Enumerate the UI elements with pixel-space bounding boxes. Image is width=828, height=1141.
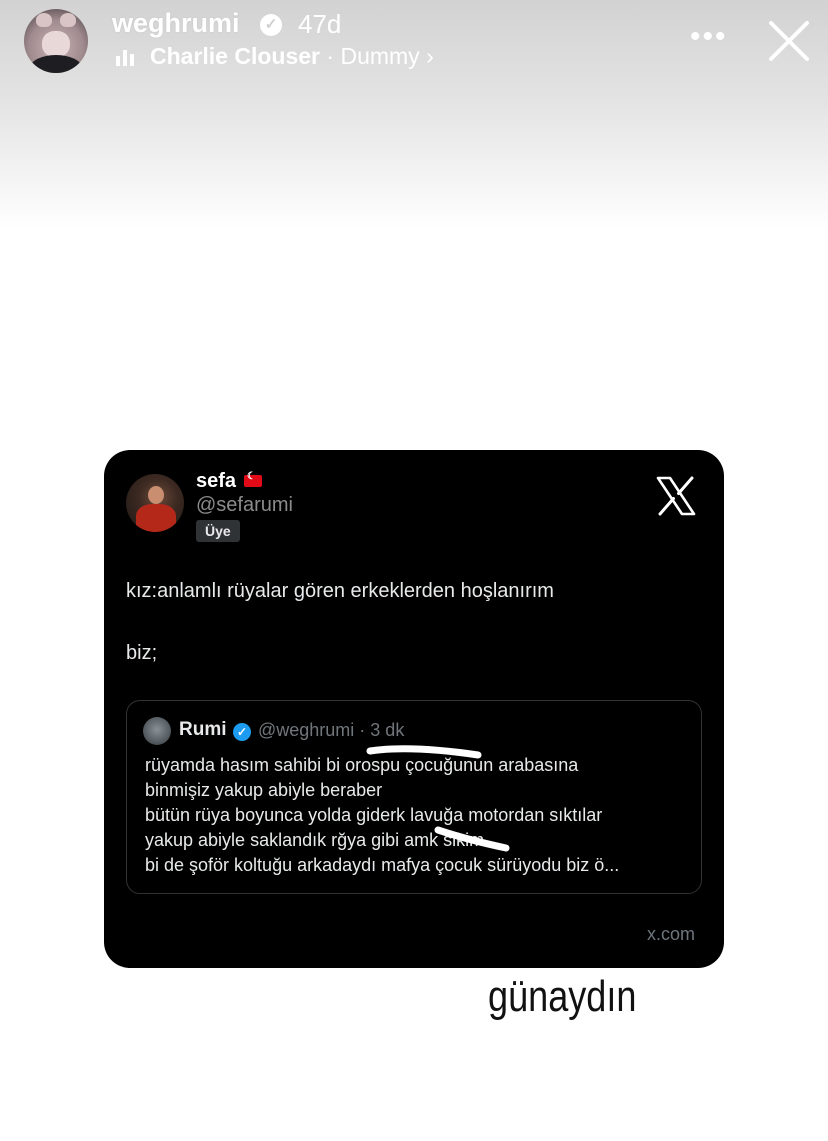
story-caption: günaydın: [488, 972, 637, 1021]
story-username[interactable]: weghrumi: [112, 8, 240, 39]
more-button[interactable]: •••: [690, 22, 728, 52]
tweet-author-name-text: sefa: [196, 470, 237, 492]
story-age: 47d: [298, 9, 342, 39]
song-track: Dummy: [340, 43, 420, 69]
turkey-flag-icon: [244, 471, 263, 487]
music-link[interactable]: Charlie Clouser · Dummy ›: [150, 43, 434, 70]
chevron-right-icon: ›: [426, 43, 434, 69]
tweet-screenshot: sefa @sefarumi Üye kız:anlamlı rüyalar g…: [104, 450, 724, 968]
x-logo-icon: [656, 476, 696, 516]
song-artist: Charlie Clouser: [150, 43, 320, 69]
tweet-domain: x.com: [647, 924, 696, 944]
tweet-author-handle: @sefarumi: [196, 494, 293, 516]
quoted-text-line: bütün rüya boyunca yolda giderk lavuğa m…: [145, 805, 603, 825]
quoted-text-line: bi de şoför koltuğu arkadaydı mafya çocu…: [145, 855, 620, 875]
quoted-author-avatar: [143, 717, 171, 745]
tweet-author-avatar: [126, 474, 184, 532]
quoted-text-line: yakup abiyle saklandık rğya gibi amk sik…: [145, 830, 485, 850]
verified-badge-icon: ✓: [233, 723, 251, 741]
avatar[interactable]: [24, 9, 88, 73]
quoted-text-line: binmişiz yakup abiyle beraber: [145, 780, 383, 800]
music-bars-icon: [116, 50, 138, 66]
member-badge: Üye: [196, 520, 240, 542]
quoted-author-name: Rumi: [179, 719, 227, 740]
close-icon[interactable]: [766, 18, 812, 64]
tweet-author-name: sefa: [196, 470, 263, 493]
tweet-text-line: biz;: [126, 642, 158, 664]
quoted-text-line: rüyamda hasım sahibi bi orospu çocuğunun…: [145, 755, 579, 775]
song-separator: ·: [326, 43, 335, 69]
verified-badge-icon: ✓: [260, 14, 282, 36]
quoted-tweet: Rumi ✓ @weghrumi · 3 dk rüyamda hasım sa…: [126, 700, 702, 894]
tweet-text-line: kız:anlamlı rüyalar gören erkeklerden ho…: [126, 580, 554, 602]
quoted-author-meta: @weghrumi · 3 dk: [258, 720, 405, 740]
